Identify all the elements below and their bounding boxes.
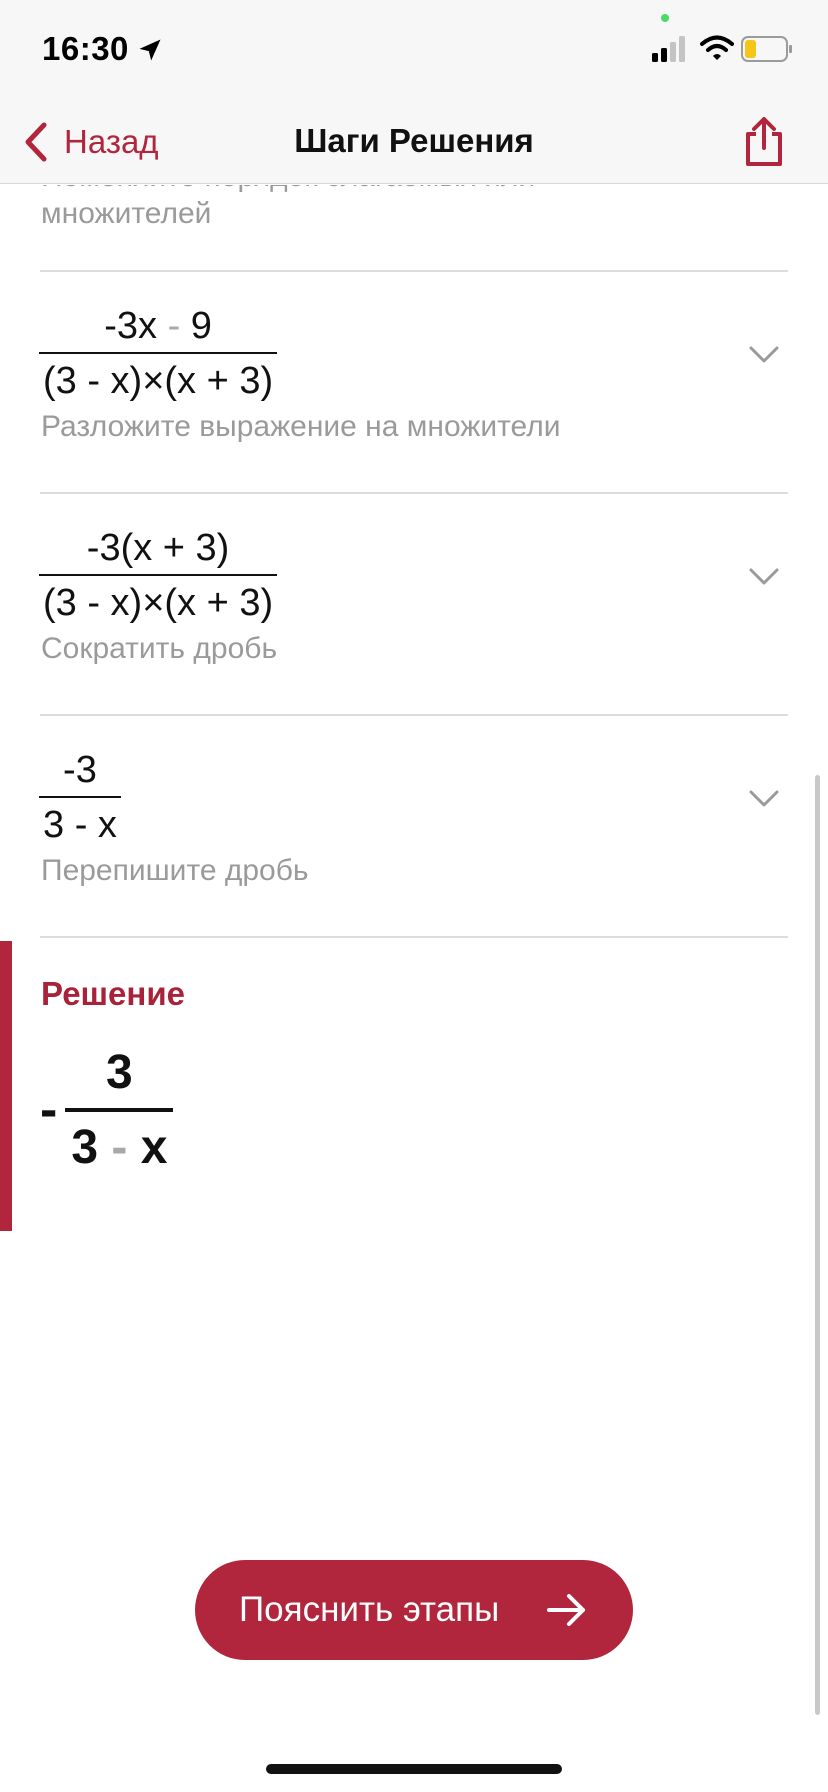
num-term-1: 3x — [116, 305, 158, 347]
expression-denominator: 3 - x — [39, 796, 121, 847]
step-description-partial: Поменяйте порядок слагаемых или множител… — [41, 185, 535, 230]
chevron-down-icon[interactable] — [748, 345, 780, 365]
step-description: Перепишите дробь — [41, 854, 309, 887]
wifi-icon — [700, 35, 734, 60]
chevron-down-icon[interactable] — [748, 789, 780, 809]
expression-numerator: -3x - 9 — [39, 305, 277, 352]
solution-den-operator: - — [111, 1121, 128, 1174]
chevron-down-icon[interactable] — [748, 567, 780, 587]
solution-steps-list[interactable]: Поменяйте порядок слагаемых или множител… — [0, 185, 828, 1792]
step-divider — [40, 936, 788, 938]
num-sign: - — [104, 305, 117, 347]
solution-title: Решение — [41, 975, 185, 1012]
navigation-bar: Назад Шаги Решения — [0, 100, 828, 184]
share-icon[interactable] — [742, 116, 786, 168]
step-description: Сократить дробь — [41, 632, 278, 665]
solution-accent-bar — [0, 941, 12, 1231]
status-time: 16:30 — [42, 30, 129, 67]
solution-numerator: 3 — [106, 1046, 133, 1099]
step-2[interactable]: -3(x + 3) (3 - x)×(x + 3) Сократить дроб… — [0, 527, 828, 687]
num-operator: - — [167, 305, 181, 347]
home-indicator[interactable] — [266, 1764, 562, 1774]
step-divider — [40, 492, 788, 494]
solution-sign: - — [40, 1081, 58, 1139]
step-expression: -3(x + 3) (3 - x)×(x + 3) — [39, 527, 278, 625]
solution-den-term-2: x — [140, 1121, 168, 1174]
step-1[interactable]: -3x - 9 (3 - x)×(x + 3) Разложите выраже… — [0, 305, 828, 465]
num-term-2: 9 — [190, 305, 212, 347]
step-expression: -3x - 9 (3 - x)×(x + 3) — [39, 305, 278, 403]
solution-denominator: 3 - x — [65, 1108, 174, 1175]
battery-icon — [741, 36, 792, 62]
arrow-right-icon — [547, 1594, 585, 1626]
status-bar: 16:30 — [0, 0, 828, 100]
step-divider — [40, 270, 788, 272]
explain-steps-label: Пояснить этапы — [239, 1590, 500, 1629]
expression-numerator: -3 — [63, 749, 97, 791]
expression-numerator: -3(x + 3) — [86, 527, 230, 569]
explain-steps-button[interactable]: Пояснить этапы — [195, 1560, 633, 1660]
location-arrow-icon — [139, 39, 161, 61]
camera-indicator — [661, 14, 669, 22]
expression-denominator: (3 - x)×(x + 3) — [39, 574, 278, 625]
step-expression: -3 3 - x — [39, 749, 121, 847]
step-3[interactable]: -3 3 - x Перепишите дробь — [0, 749, 828, 909]
page-title: Шаги Решения — [294, 122, 534, 159]
scrollbar[interactable] — [815, 775, 820, 1715]
step-divider — [40, 714, 788, 716]
solution-expression: - 3 3 - x — [40, 1045, 174, 1175]
expression-denominator: (3 - x)×(x + 3) — [39, 352, 278, 403]
solution-den-term-1: 3 — [71, 1121, 99, 1174]
signal-icon — [652, 36, 685, 62]
step-description: Разложите выражение на множители — [41, 410, 561, 443]
